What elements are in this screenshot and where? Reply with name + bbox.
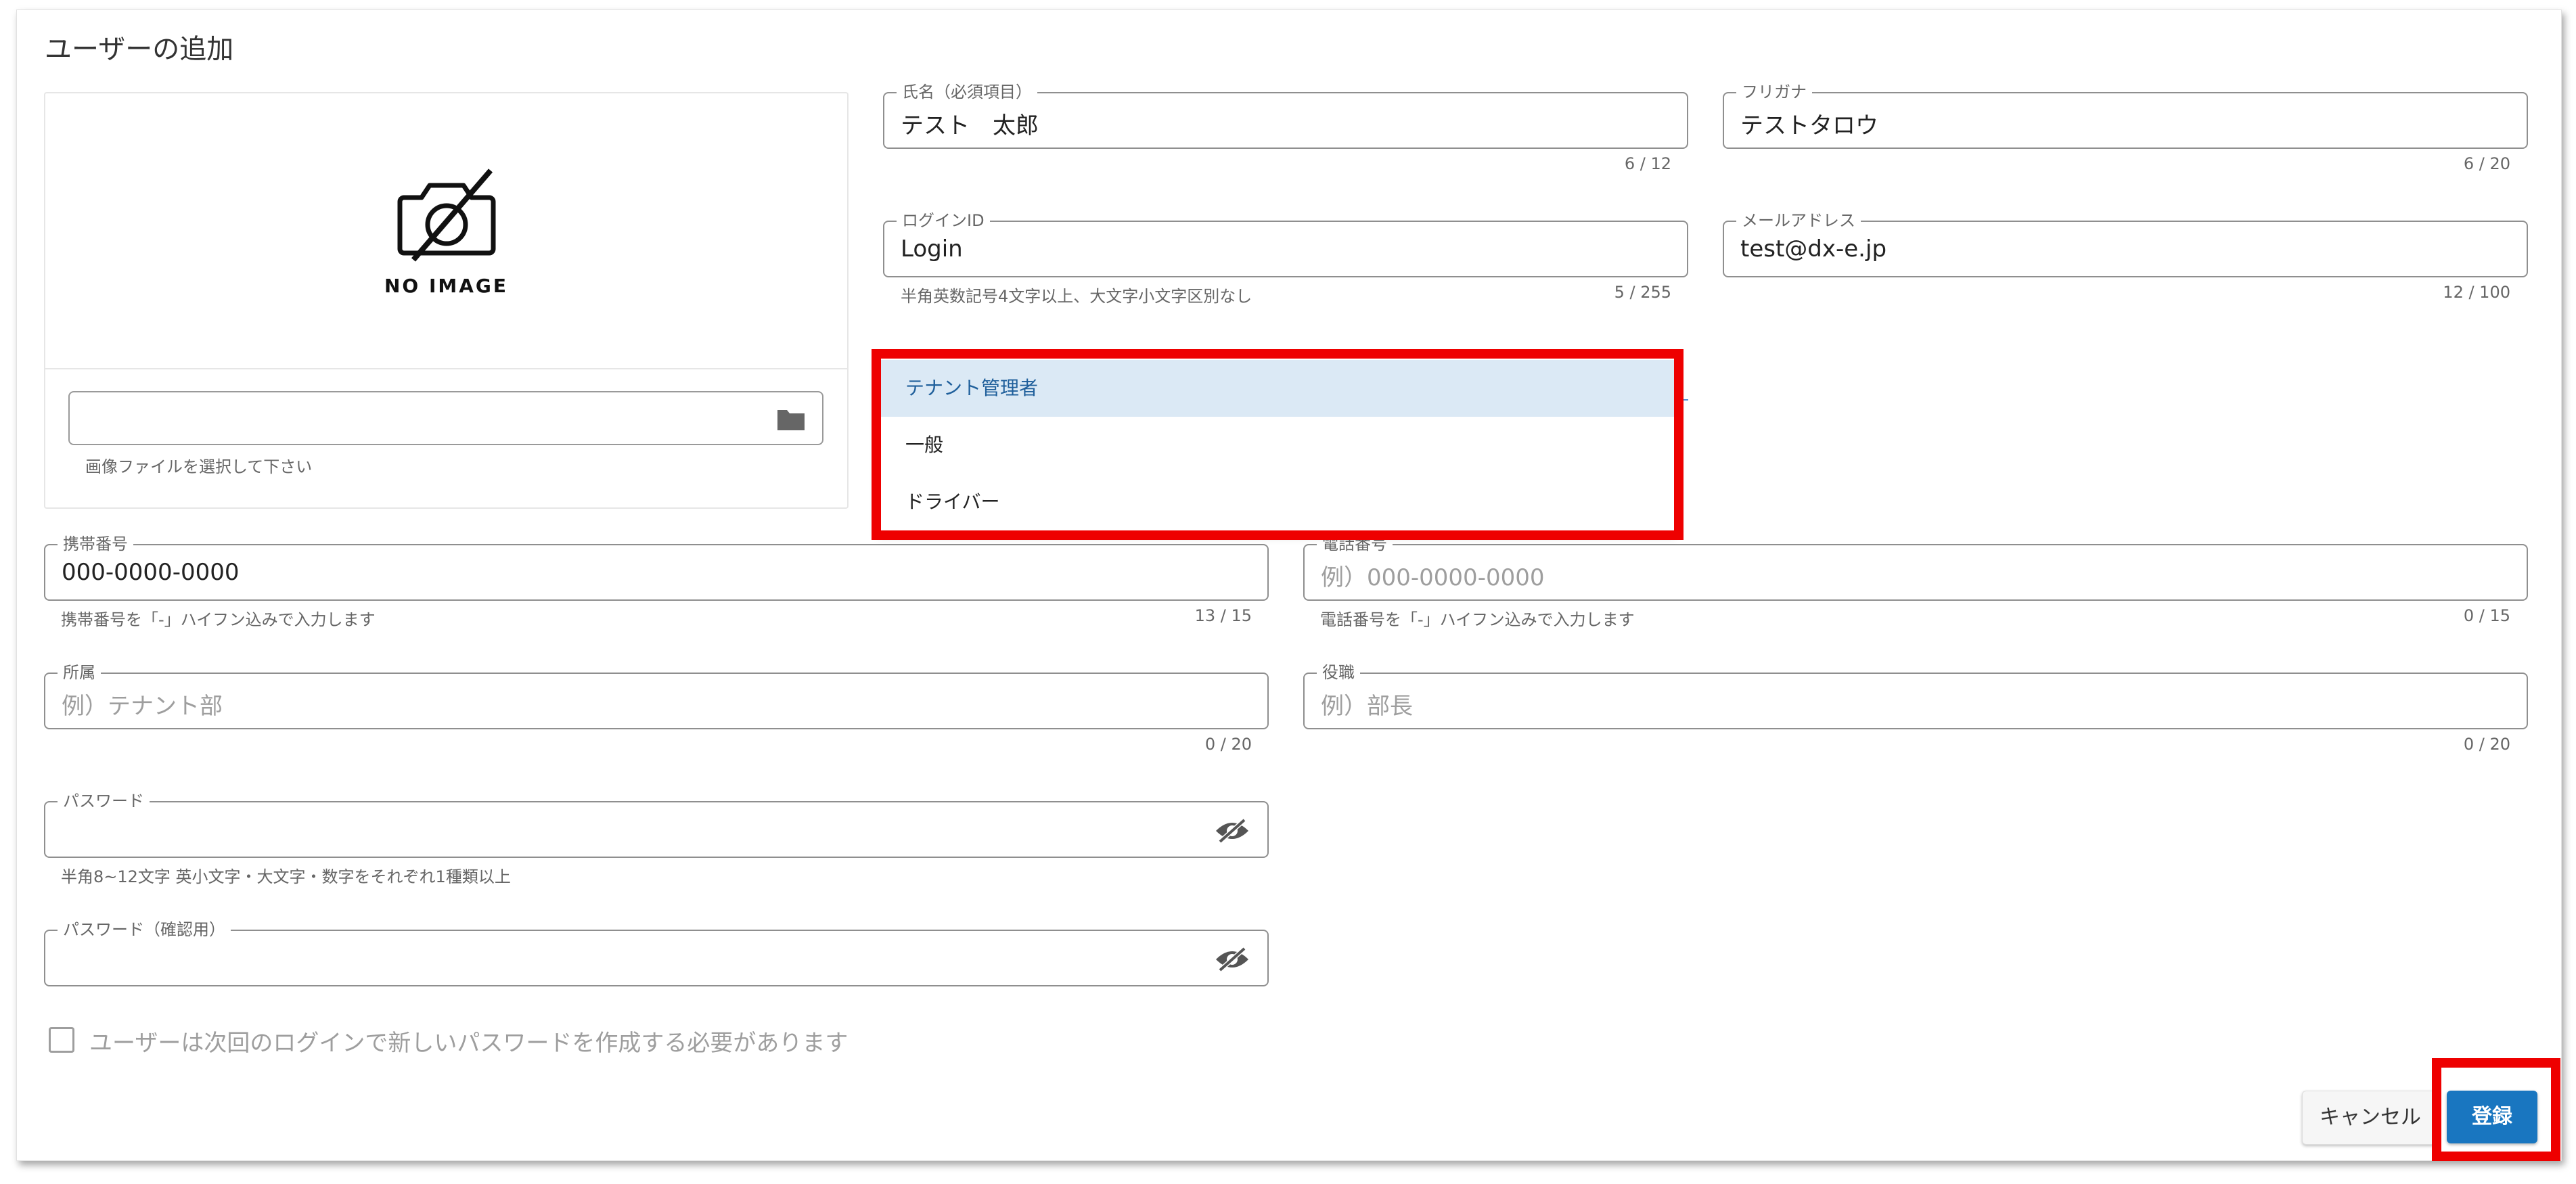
mobile-field[interactable]: 携帯番号 000-0000-0000 [44, 534, 1269, 601]
role-option-driver[interactable]: ドライバー [878, 474, 1675, 530]
position-field[interactable]: 役職 例）部長 [1303, 662, 2528, 729]
eye-off-icon[interactable] [1215, 946, 1250, 976]
position-placeholder: 例）部長 [1321, 693, 1413, 720]
no-image-text: NO IMAGE [384, 275, 509, 297]
login-id-label: ログインID [897, 210, 990, 231]
file-hint: 画像ファイルを選択して下さい [85, 457, 313, 476]
eye-off-icon[interactable] [1215, 817, 1250, 847]
name-count: 6 / 12 [1624, 154, 1671, 173]
divider [45, 368, 847, 369]
camera-off-icon [396, 168, 497, 265]
login-id-count: 5 / 255 [1614, 283, 1671, 302]
furigana-value: テストタロウ [1740, 112, 1878, 139]
position-count: 0 / 20 [2463, 735, 2510, 754]
reset-password-checkbox[interactable] [49, 1027, 74, 1053]
role-option-general[interactable]: 一般 [878, 417, 1675, 474]
mobile-count: 13 / 15 [1194, 606, 1252, 625]
password-field[interactable]: パスワード [44, 791, 1269, 858]
name-field[interactable]: 氏名（必須項目） テスト 太郎 [883, 82, 1688, 149]
department-count: 0 / 20 [1204, 735, 1252, 754]
login-id-value: Login [901, 235, 963, 263]
submit-button[interactable]: 登録 [2447, 1091, 2537, 1143]
department-placeholder: 例）テナント部 [62, 693, 223, 720]
password-confirm-field[interactable]: パスワード（確認用） [44, 919, 1269, 986]
image-file-input[interactable] [68, 391, 823, 445]
furigana-label: フリガナ [1736, 82, 1812, 102]
phone-field[interactable]: 電話番号 例）000-0000-0000 [1303, 534, 2528, 601]
furigana-count: 6 / 20 [2463, 154, 2510, 173]
folder-icon[interactable] [776, 407, 806, 434]
login-id-hint: 半角英数記号4文字以上、大文字小文字区別なし [901, 287, 1252, 306]
email-value: test@dx-e.jp [1740, 235, 1887, 263]
furigana-field[interactable]: フリガナ テストタロウ [1723, 82, 2528, 149]
password-hint: 半角8~12文字 英小文字・大文字・数字をそれぞれ1種類以上 [61, 867, 511, 886]
phone-placeholder: 例）000-0000-0000 [1321, 564, 1545, 591]
page-title: ユーザーの追加 [45, 34, 234, 65]
phone-label: 電話番号 [1317, 534, 1393, 554]
phone-hint: 電話番号を「-」ハイフン込みで入力します [1320, 610, 1635, 629]
login-id-field[interactable]: ログインID Login [883, 210, 1688, 277]
phone-count: 0 / 15 [2463, 606, 2510, 625]
department-field[interactable]: 所属 例）テナント部 [44, 662, 1269, 729]
department-label: 所属 [58, 662, 101, 683]
reset-password-label: ユーザーは次回のログインで新しいパスワードを作成する必要があります [89, 1030, 849, 1057]
email-count: 12 / 100 [2443, 283, 2510, 302]
role-dropdown-menu: テナント管理者 一般 ドライバー [878, 356, 1675, 533]
email-field[interactable]: メールアドレス test@dx-e.jp [1723, 210, 2528, 277]
role-option-tenant-admin[interactable]: テナント管理者 [878, 360, 1675, 417]
mobile-value: 000-0000-0000 [62, 559, 240, 586]
cancel-button[interactable]: キャンセル [2302, 1091, 2439, 1145]
password-confirm-label: パスワード（確認用） [58, 919, 231, 940]
image-panel: NO IMAGE [44, 92, 849, 509]
name-label: 氏名（必須項目） [897, 82, 1037, 102]
mobile-hint: 携帯番号を「-」ハイフン込みで入力します [61, 610, 376, 629]
email-label: メールアドレス [1736, 210, 1861, 231]
password-label: パスワード [58, 791, 150, 811]
name-value: テスト 太郎 [901, 112, 1039, 139]
mobile-label: 携帯番号 [58, 534, 133, 554]
position-label: 役職 [1317, 662, 1360, 683]
